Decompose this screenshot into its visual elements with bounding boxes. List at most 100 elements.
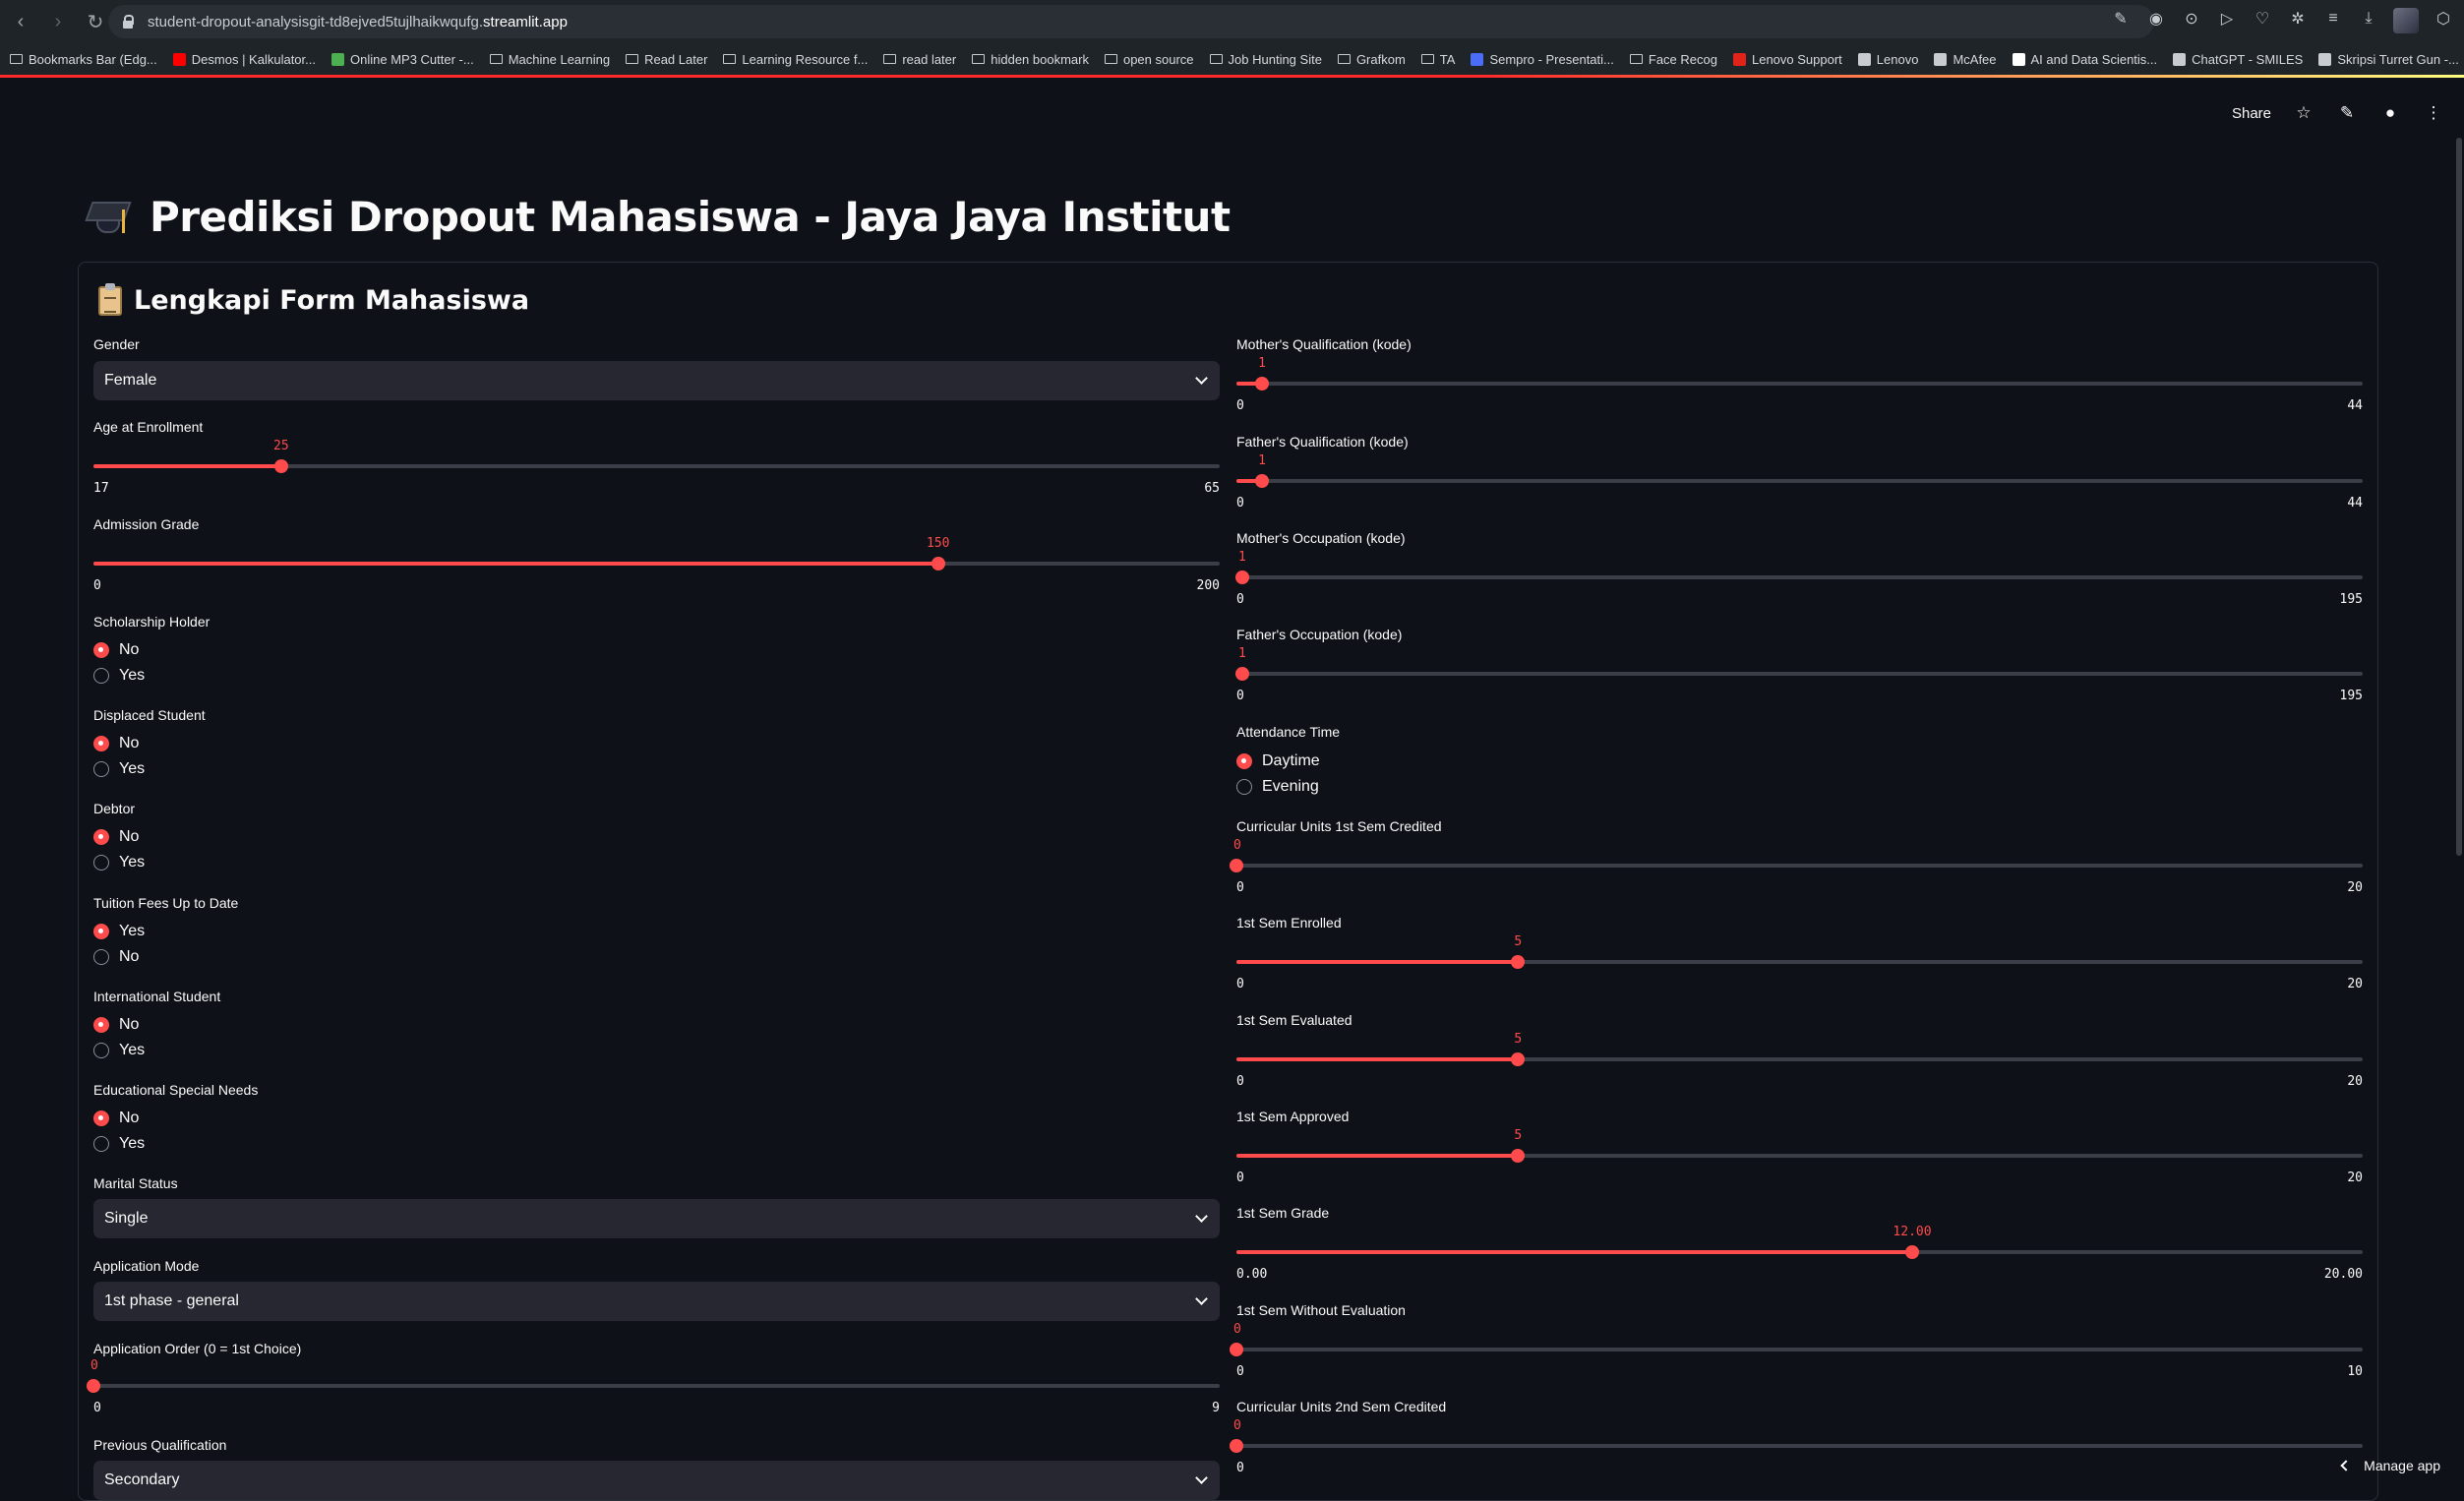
bookmark-item[interactable]: TA [1420, 52, 1455, 67]
admission-slider[interactable]: 150 0 200 [93, 536, 1220, 601]
slider-thumb[interactable] [1511, 1052, 1526, 1066]
shield-icon[interactable]: ⊙ [2181, 8, 2202, 30]
father-occ-slider[interactable]: 1 0 195 [1234, 646, 2363, 711]
scholarship-option-1[interactable]: No [93, 641, 139, 659]
attendance-option-1[interactable]: Daytime [1236, 752, 1320, 770]
gender-select[interactable]: Female [93, 361, 1220, 400]
extensions-icon[interactable]: ✲ [2287, 8, 2309, 30]
slider-track[interactable] [1236, 479, 2363, 483]
slider-thumb[interactable] [931, 557, 945, 570]
slider-thumb[interactable] [1905, 1245, 1919, 1259]
reload-icon[interactable]: ↻ [79, 5, 112, 38]
bookmark-item[interactable]: Lenovo [1857, 52, 1918, 67]
camera-icon[interactable]: ◉ [2145, 8, 2167, 30]
slider-thumb[interactable] [1255, 377, 1270, 390]
scrollbar[interactable] [2456, 138, 2462, 856]
streamlit-decoration-bar [0, 75, 2464, 78]
folder-icon [626, 54, 639, 64]
cu2-credited-slider[interactable]: 00 [1230, 1418, 2363, 1475]
debtor-option-2[interactable]: Yes [93, 854, 145, 871]
share-button[interactable]: Share [2232, 105, 2271, 122]
back-icon[interactable]: ‹ [4, 5, 37, 38]
bookmark-item[interactable]: Read Later [626, 52, 707, 67]
debtor-option-1[interactable]: No [93, 828, 139, 846]
tuition-option-2[interactable]: No [93, 948, 139, 966]
father-qual-slider[interactable]: 1 0 44 [1236, 453, 2363, 518]
slider-track[interactable] [1236, 1348, 2363, 1351]
special-needs-option-2[interactable]: Yes [93, 1135, 145, 1153]
bookmark-item[interactable]: read later [883, 52, 956, 67]
s1-approved-slider[interactable]: 5 0 20 [1236, 1128, 2363, 1193]
github-icon[interactable]: ● [2379, 102, 2401, 124]
bookmark-item[interactable]: Online MP3 Cutter -... [331, 52, 474, 67]
displaced-option-1[interactable]: No [93, 735, 139, 752]
bookmark-item[interactable]: hidden bookmark [972, 52, 1089, 67]
slider-thumb[interactable] [1234, 570, 1249, 584]
slider-thumb[interactable] [87, 1379, 100, 1393]
bookmark-item[interactable]: open source [1104, 52, 1194, 67]
s1-evaluated-slider[interactable]: 5 0 20 [1236, 1032, 2363, 1097]
displaced-option-2[interactable]: Yes [93, 760, 145, 778]
cu1-credited-slider[interactable]: 0 0 20 [1230, 838, 2363, 903]
address-bar[interactable]: student-dropout-analysisgit-td8ejved5tuj… [108, 5, 2154, 38]
bookmark-item[interactable]: Desmos | Kalkulator... [172, 52, 316, 67]
app-order-slider[interactable]: 0 0 9 [87, 1358, 1220, 1423]
download-icon[interactable]: ⤓ [2358, 8, 2379, 30]
profile-avatar[interactable] [2393, 8, 2419, 33]
bookmark-item[interactable]: Skripsi Turret Gun -... [2318, 52, 2459, 67]
slider-thumb[interactable] [1230, 1439, 1243, 1453]
special-needs-option-1[interactable]: No [93, 1110, 139, 1127]
slider-thumb[interactable] [1511, 955, 1526, 969]
slider-thumb[interactable] [1511, 1149, 1526, 1163]
slider-track[interactable] [1236, 864, 2363, 868]
play-icon[interactable]: ▷ [2216, 8, 2238, 30]
copilot-icon[interactable]: ⬡ [2433, 8, 2454, 30]
folder-icon [10, 54, 23, 64]
mother-occ-slider[interactable]: 1 0 195 [1234, 550, 2363, 615]
international-option-1[interactable]: No [93, 1016, 139, 1034]
slider-track[interactable] [93, 1384, 1220, 1388]
prev-qual-select[interactable]: Secondary [93, 1461, 1220, 1500]
forward-icon[interactable]: › [41, 5, 75, 38]
bookmark-item[interactable]: Sempro - Presentati... [1471, 52, 1614, 67]
favorite-icon[interactable]: ♡ [2252, 8, 2273, 30]
attendance-option-2[interactable]: Evening [1236, 778, 1319, 796]
s1-enrolled-slider[interactable]: 5 0 20 [1236, 934, 2363, 999]
bookmark-item[interactable]: Grafkom [1337, 52, 1406, 67]
age-slider[interactable]: 25 17 65 [93, 439, 1220, 504]
slider-track[interactable] [1236, 1444, 2363, 1448]
bookmark-item[interactable]: Bookmarks Bar (Edg... [10, 52, 157, 67]
app-mode-select[interactable]: 1st phase - general [93, 1282, 1220, 1321]
bookmark-item[interactable]: Machine Learning [489, 52, 610, 67]
collections-icon[interactable]: ≡ [2322, 8, 2344, 30]
cu1-credited-label: Curricular Units 1st Sem Credited [1236, 818, 1442, 834]
slider-thumb[interactable] [273, 459, 288, 473]
bookmark-item[interactable]: AI and Data Scientis... [2012, 52, 2157, 67]
star-icon[interactable]: ☆ [2293, 102, 2314, 124]
bookmark-item[interactable]: Learning Resource f... [723, 52, 868, 67]
s1-grade-slider[interactable]: 12.00 0.00 20.00 [1236, 1225, 2363, 1290]
marital-select[interactable]: Single [93, 1199, 1220, 1238]
bookmark-item[interactable]: Lenovo Support [1732, 52, 1842, 67]
bookmark-item[interactable]: Face Recog [1629, 52, 1717, 67]
more-menu-icon[interactable]: ⋮ [2423, 102, 2444, 124]
slider-track[interactable] [1236, 672, 2363, 676]
bookmark-item[interactable]: McAfee [1934, 52, 1997, 67]
manage-app-button[interactable]: Manage app [2340, 1458, 2440, 1473]
bookmark-item[interactable]: ChatGPT - SMILES [2173, 52, 2303, 67]
slider-track[interactable] [1236, 575, 2363, 579]
tuition-option-1[interactable]: Yes [93, 923, 145, 940]
mother-qual-slider[interactable]: 1 0 44 [1236, 356, 2363, 421]
slider-thumb[interactable] [1230, 859, 1243, 872]
slider-track[interactable] [1236, 382, 2363, 386]
edit-icon[interactable]: ✎ [2336, 102, 2358, 124]
international-option-2[interactable]: Yes [93, 1042, 145, 1059]
page-title-row: Prediksi Dropout Mahasiswa - Jaya Jaya I… [85, 193, 1231, 241]
slider-thumb[interactable] [1255, 474, 1270, 488]
slider-thumb[interactable] [1234, 667, 1249, 681]
s1-no-eval-slider[interactable]: 0 0 10 [1230, 1322, 2363, 1387]
edit-page-icon[interactable]: ✎ [2110, 8, 2132, 30]
scholarship-option-2[interactable]: Yes [93, 667, 145, 685]
bookmark-item[interactable]: Job Hunting Site [1209, 52, 1322, 67]
slider-thumb[interactable] [1230, 1343, 1243, 1356]
